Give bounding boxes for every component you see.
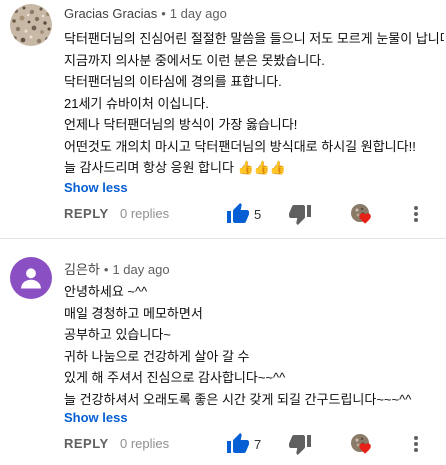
comment-meta: Gracias Gracias • 1 day ago [64,6,227,21]
replies-count: 0 replies [120,206,170,221]
reply-button[interactable]: REPLY [64,436,109,451]
comment-actions: REPLY 0 replies 5 [0,202,446,226]
purple-person-avatar-icon [10,257,52,299]
comment-line: 닥터팬더님의 진심어린 절절한 말씀을 들으니 저도 모르게 눈물이 납니다.. [64,31,444,46]
like-count: 7 [254,437,262,452]
replies-count: 0 replies [120,436,170,451]
thumbs-up-icon[interactable] [226,202,250,226]
show-less-button[interactable]: Show less [64,410,128,425]
comment-line: 지금까지 의사분 중에서도 이런 분은 못봤습니다. [64,52,325,68]
comment-line: 귀하 나눔으로 건강하게 살아 갈 수 [64,348,250,364]
avatar[interactable] [10,4,52,46]
avatar[interactable] [10,257,52,299]
comment-actions: REPLY 0 replies 7 [0,432,446,456]
comment-line: 닥터팬더님의 이타심에 경의를 표합니다. [64,74,282,89]
comment-line: 어떤것도 개의치 마시고 닥터팬더님의 방식대로 하시길 원합니다!! [64,138,416,154]
more-options-icon[interactable] [406,202,426,226]
comment-line: 언제나 닥터팬더님의 방식이 가장 옳습니다! [64,117,298,132]
comment-line: 늘 건강하셔서 오래도록 좋은 시간 갖게 되길 간구드립니다~~~^^ [64,391,412,407]
comment-time[interactable]: 1 day ago [112,262,169,277]
comment-line: 21세기 슈바이처 이십니다. [64,95,209,111]
comment-text: 안녕하세요 ~^^ 매일 경청하고 메모하면서 공부하고 있습니다~ 귀하 나눔… [64,281,444,410]
comment-divider [0,238,446,239]
author-name[interactable]: Gracias Gracias [64,6,157,21]
more-options-icon[interactable] [406,432,426,456]
person-icon [21,268,41,289]
like-count: 5 [254,207,262,222]
comment-line: 공부하고 있습니다~ [64,327,171,342]
thumbs-down-icon[interactable] [288,202,312,226]
meta-separator: • [161,6,166,21]
comment-meta: 김은하 • 1 day ago [64,259,170,278]
comment-line: 있게 해 주셔서 진심으로 감사합니다~~^^ [64,370,286,385]
reply-button[interactable]: REPLY [64,206,109,221]
comment-line: 늘 감사드리며 항상 응원 합니다 👍👍👍 [64,160,287,175]
thumbs-up-icon[interactable] [226,432,250,456]
meta-separator: • [103,262,109,277]
creator-heart-icon [351,204,371,224]
speckled-photo-avatar-icon [10,4,52,46]
comment-text: 닥터팬더님의 진심어린 절절한 말씀을 들으니 저도 모르게 눈물이 납니다..… [64,28,444,179]
show-less-button[interactable]: Show less [64,180,128,195]
comment-line: 안녕하세요 ~^^ [64,284,148,299]
comment-line: 매일 경청하고 메모하면서 [64,305,203,321]
thumbs-down-icon[interactable] [288,432,312,456]
author-name[interactable]: 김은하 [64,262,100,277]
comment-time[interactable]: 1 day ago [170,6,227,21]
creator-heart-icon [351,434,371,454]
